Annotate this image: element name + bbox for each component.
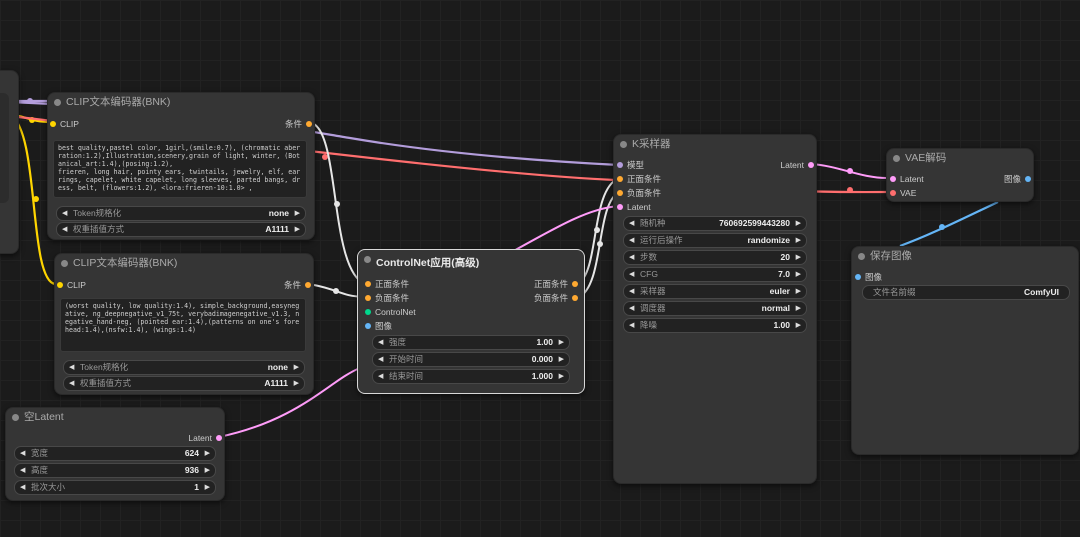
image-output[interactable]: 图像 bbox=[1004, 173, 1031, 185]
arrow-left-icon[interactable]: ◀ bbox=[378, 353, 383, 366]
ksampler-node[interactable]: K采样器 模型 正面条件 负面条件 Latent Latent ◀ 随机种 76… bbox=[613, 134, 817, 484]
arrow-right-icon[interactable]: ▶ bbox=[796, 285, 801, 298]
arrow-right-icon[interactable]: ▶ bbox=[796, 234, 801, 247]
node-title[interactable]: 保存图像 bbox=[852, 247, 1078, 265]
node-title[interactable]: 空Latent bbox=[6, 408, 224, 426]
arrow-left-icon[interactable]: ◀ bbox=[629, 319, 634, 332]
arrow-left-icon[interactable]: ◀ bbox=[629, 268, 634, 281]
node-title[interactable]: CLIP文本编码器(BNK) bbox=[55, 254, 313, 272]
scheduler-widget[interactable]: ◀ 调度器 normal ▶ bbox=[623, 301, 807, 316]
prompt-textarea[interactable]: best quality,pastel color, 1girl,(smile:… bbox=[53, 140, 307, 198]
arrow-right-icon[interactable]: ▶ bbox=[294, 377, 299, 390]
latent-output[interactable]: Latent bbox=[780, 159, 814, 171]
arrow-right-icon[interactable]: ▶ bbox=[559, 336, 564, 349]
vae-decode-node[interactable]: VAE解码 Latent VAE 图像 bbox=[886, 148, 1034, 202]
denoise-widget[interactable]: ◀ 降噪 1.00 ▶ bbox=[623, 318, 807, 333]
arrow-right-icon[interactable]: ▶ bbox=[796, 268, 801, 281]
arrow-right-icon[interactable]: ▶ bbox=[559, 353, 564, 366]
clip-input[interactable]: CLIP bbox=[57, 279, 86, 291]
token-normalization-combo[interactable]: ◀ Token规格化 none ▶ bbox=[63, 360, 305, 375]
seed-widget[interactable]: ◀ 随机种 760692599443280 ▶ bbox=[623, 216, 807, 231]
arrow-right-icon[interactable]: ▶ bbox=[796, 319, 801, 332]
sampler-widget[interactable]: ◀ 采样器 euler ▶ bbox=[623, 284, 807, 299]
arrow-left-icon[interactable]: ◀ bbox=[69, 361, 74, 374]
token-normalization-combo[interactable]: ◀ Token规格化 none ▶ bbox=[56, 206, 306, 221]
vae-input[interactable]: VAE bbox=[890, 187, 916, 199]
arrow-left-icon[interactable]: ◀ bbox=[629, 285, 634, 298]
clip-input[interactable]: CLIP bbox=[50, 118, 79, 130]
arrow-left-icon[interactable]: ◀ bbox=[629, 302, 634, 315]
positive-output[interactable]: 正面条件 bbox=[534, 278, 578, 290]
image-input[interactable]: 图像 bbox=[855, 271, 882, 283]
batch-size-widget[interactable]: ◀ 批次大小 1 ▶ bbox=[14, 480, 216, 495]
arrow-right-icon[interactable]: ▶ bbox=[205, 464, 210, 477]
filename-prefix-input[interactable]: 文件名前缀 ComfyUI bbox=[862, 285, 1070, 300]
strength-widget[interactable]: ◀ 强度 1.00 ▶ bbox=[372, 335, 570, 350]
arrow-left-icon[interactable]: ◀ bbox=[378, 370, 383, 383]
end-percent-widget[interactable]: ◀ 结束时间 1.000 ▶ bbox=[372, 369, 570, 384]
node-title[interactable]: K采样器 bbox=[614, 135, 816, 153]
arrow-right-icon[interactable]: ▶ bbox=[796, 217, 801, 230]
arrow-left-icon[interactable]: ◀ bbox=[629, 217, 634, 230]
latent-input[interactable]: Latent bbox=[890, 173, 924, 185]
weight-interpretation-combo[interactable]: ◀ 权重插值方式 A1111 ▶ bbox=[56, 222, 306, 237]
negative-input[interactable]: 负面条件 bbox=[365, 292, 409, 304]
conditioning-output[interactable]: 条件 bbox=[285, 118, 312, 130]
node-title[interactable]: CLIP文本编码器(BNK) bbox=[48, 93, 314, 111]
arrow-left-icon[interactable]: ◀ bbox=[20, 447, 25, 460]
negative-input[interactable]: 负面条件 bbox=[617, 187, 661, 199]
prompt-textarea[interactable]: (worst quality, low quality:1.4), simple… bbox=[60, 298, 306, 352]
conditioning-output[interactable]: 条件 bbox=[284, 279, 311, 291]
control-after-generate-widget[interactable]: ◀ 运行后操作 randomize ▶ bbox=[623, 233, 807, 248]
node-title[interactable]: ControlNet应用(高级) bbox=[358, 250, 584, 276]
controlnet-input[interactable]: ControlNet bbox=[365, 306, 416, 318]
arrow-right-icon[interactable]: ▶ bbox=[205, 481, 210, 494]
negative-output[interactable]: 负面条件 bbox=[534, 292, 578, 304]
wire-latent-vae bbox=[810, 163, 888, 179]
arrow-left-icon[interactable]: ◀ bbox=[69, 377, 74, 390]
positive-input[interactable]: 正面条件 bbox=[365, 278, 409, 290]
empty-latent-node[interactable]: 空Latent Latent ◀ 宽度 624 ▶ ◀ 高度 936 ▶ ◀ 批… bbox=[5, 407, 225, 501]
arrow-left-icon[interactable]: ◀ bbox=[378, 336, 383, 349]
arrow-right-icon[interactable]: ▶ bbox=[796, 302, 801, 315]
latent-output[interactable]: Latent bbox=[188, 432, 222, 444]
clip-text-encode-node-positive[interactable]: CLIP文本编码器(BNK) CLIP 条件 best quality,past… bbox=[47, 92, 315, 240]
arrow-right-icon[interactable]: ▶ bbox=[205, 447, 210, 460]
save-image-node[interactable]: 保存图像 图像 文件名前缀 ComfyUI bbox=[851, 246, 1079, 455]
width-widget[interactable]: ◀ 宽度 624 ▶ bbox=[14, 446, 216, 461]
arrow-left-icon[interactable]: ◀ bbox=[20, 464, 25, 477]
wire-latent-top bbox=[509, 205, 620, 254]
arrow-right-icon[interactable]: ▶ bbox=[294, 361, 299, 374]
arrow-left-icon[interactable]: ◀ bbox=[20, 481, 25, 494]
arrow-left-icon[interactable]: ◀ bbox=[62, 223, 67, 236]
arrow-right-icon[interactable]: ▶ bbox=[295, 207, 300, 220]
image-input[interactable]: 图像 bbox=[365, 320, 392, 332]
arrow-left-icon[interactable]: ◀ bbox=[629, 251, 634, 264]
weight-interpretation-combo[interactable]: ◀ 权重插值方式 A1111 ▶ bbox=[63, 376, 305, 391]
arrow-right-icon[interactable]: ▶ bbox=[559, 370, 564, 383]
start-percent-widget[interactable]: ◀ 开始时间 0.000 ▶ bbox=[372, 352, 570, 367]
controlnet-apply-advanced-node[interactable]: ControlNet应用(高级) 正面条件 负面条件 ControlNet 图像… bbox=[357, 249, 585, 394]
height-widget[interactable]: ◀ 高度 936 ▶ bbox=[14, 463, 216, 478]
arrow-left-icon[interactable]: ◀ bbox=[629, 234, 634, 247]
node-title[interactable]: VAE解码 bbox=[887, 149, 1033, 167]
cfg-widget[interactable]: ◀ CFG 7.0 ▶ bbox=[623, 267, 807, 282]
checkpoint-loader-node[interactable] bbox=[0, 70, 19, 254]
arrow-right-icon[interactable]: ▶ bbox=[295, 223, 300, 236]
clip-text-encode-node-negative[interactable]: CLIP文本编码器(BNK) CLIP 条件 (worst quality, l… bbox=[54, 253, 314, 395]
model-input[interactable]: 模型 bbox=[617, 159, 644, 171]
positive-input[interactable]: 正面条件 bbox=[617, 173, 661, 185]
steps-widget[interactable]: ◀ 步数 20 ▶ bbox=[623, 250, 807, 265]
wire-image bbox=[899, 201, 999, 248]
arrow-left-icon[interactable]: ◀ bbox=[62, 207, 67, 220]
arrow-right-icon[interactable]: ▶ bbox=[796, 251, 801, 264]
latent-input[interactable]: Latent bbox=[617, 201, 651, 213]
